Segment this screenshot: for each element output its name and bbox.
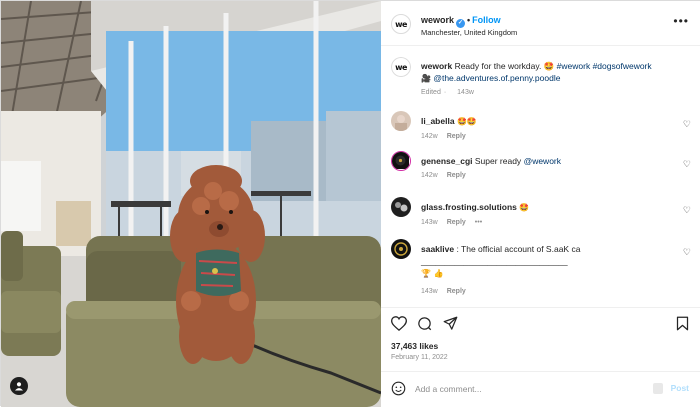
more-dots-icon[interactable]: ••• (673, 14, 689, 28)
post-date[interactable]: February 11, 2022 (391, 354, 448, 361)
comment-age[interactable]: 143w (421, 219, 438, 226)
reply-button[interactable]: Reply (447, 172, 466, 179)
comments-list[interactable]: we wework Ready for the workday. 🤩 #wewo… (381, 47, 700, 305)
comment-options-icon[interactable]: ••• (475, 219, 482, 226)
comment-username[interactable]: li_abella (421, 116, 455, 126)
reply-button[interactable]: Reply (447, 288, 466, 295)
commenter-avatar[interactable] (391, 151, 411, 171)
author-username[interactable]: wework (421, 15, 454, 25)
comment-text: 🤩🤩 (456, 117, 477, 126)
comment-age[interactable]: 142w (421, 133, 438, 140)
mention-link[interactable]: @wework (524, 156, 561, 166)
caption-username[interactable]: wework (421, 61, 452, 71)
emoji-smiley-icon[interactable] (391, 381, 406, 398)
wework-logo-icon: we (391, 57, 411, 77)
comment-username[interactable]: saaklive (421, 244, 454, 254)
caption-age[interactable]: 143w (457, 89, 474, 96)
save-bookmark-icon[interactable] (676, 316, 689, 333)
credit-mention-link[interactable]: @the.adventures.of.penny.poodle (433, 73, 560, 83)
like-comment-heart-icon[interactable]: ♡ (683, 247, 691, 258)
reply-button[interactable]: Reply (447, 219, 466, 226)
hashtag-link[interactable]: #wework (557, 61, 591, 71)
comment-text: Super ready (474, 156, 522, 166)
camera-emoji: 🎥 (421, 74, 431, 83)
like-heart-icon[interactable] (390, 316, 408, 333)
post-location[interactable]: Manchester, United Kingdom (421, 28, 517, 37)
comment-text: 🤩 (519, 203, 530, 212)
comment-username[interactable]: glass.frosting.solutions (421, 202, 517, 212)
like-comment-heart-icon[interactable]: ♡ (683, 205, 691, 216)
commenter-avatar[interactable] (391, 111, 411, 131)
tagged-user-icon[interactable] (10, 377, 28, 395)
post-author: wework ✓ • Follow (421, 15, 501, 28)
add-comment-bar: Post (381, 371, 700, 407)
reply-button[interactable]: Reply (447, 133, 466, 140)
like-comment-heart-icon[interactable]: ♡ (683, 159, 691, 170)
post-side-panel: we wework ✓ • Follow Manchester, United Kin… (381, 1, 700, 407)
post-photo[interactable] (1, 1, 381, 407)
wework-avatar[interactable]: we (391, 14, 411, 34)
post-header: we wework ✓ • Follow Manchester, United Kin… (381, 1, 700, 46)
poodle-office-photo (1, 1, 381, 407)
comment-age[interactable]: 142w (421, 172, 438, 179)
commenter-avatar[interactable] (391, 197, 411, 217)
caption-avatar[interactable]: we (391, 57, 411, 77)
post-dialog: we wework ✓ • Follow Manchester, United Kin… (0, 0, 700, 407)
comment-emojis: 🏆 👍 (421, 269, 444, 278)
edited-label: Edited (421, 89, 441, 96)
post-actions (381, 307, 700, 337)
verified-badge-icon: ✓ (456, 19, 466, 28)
comment-username[interactable]: genense_cgi (421, 156, 473, 166)
input-clear-icon[interactable] (653, 383, 663, 394)
hashtag-link[interactable]: #dogsofwework (593, 61, 652, 71)
post-comment-button[interactable]: Post (671, 383, 689, 393)
follow-button[interactable]: Follow (472, 15, 501, 25)
like-comment-heart-icon[interactable]: ♡ (683, 119, 691, 130)
like-count[interactable]: 37,463 likes (391, 341, 438, 351)
caption-text: Ready for the workday. 🤩 (454, 61, 555, 71)
comment-age[interactable]: 143w (421, 288, 438, 295)
separator-dot: • (467, 15, 471, 25)
comment-text: : The official account of S.aaK (456, 244, 570, 254)
comment-input[interactable] (415, 381, 645, 397)
comment-bubble-icon[interactable] (417, 316, 432, 333)
share-paper-plane-icon[interactable] (443, 316, 458, 333)
commenter-avatar[interactable] (391, 239, 411, 259)
